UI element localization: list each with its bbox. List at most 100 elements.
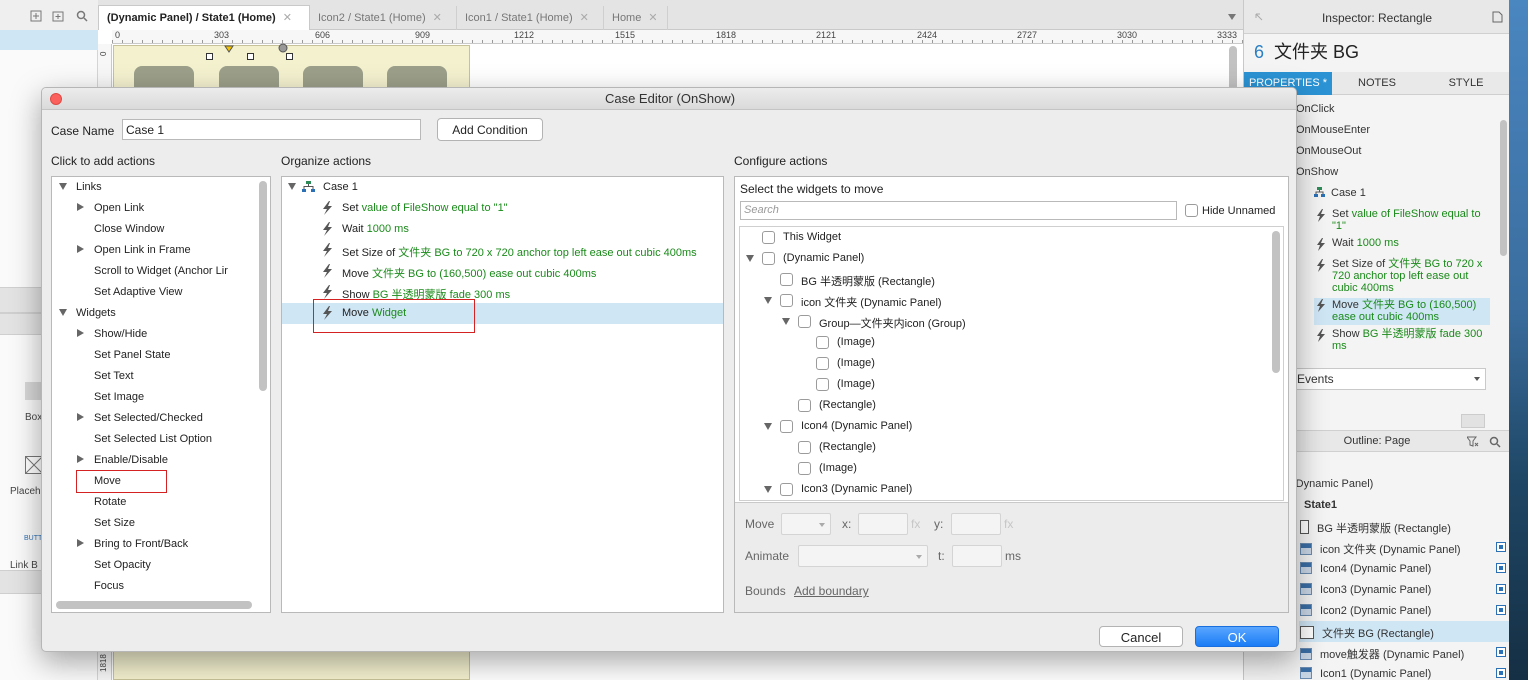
close-icon[interactable]: ✕ — [580, 12, 589, 24]
inspector-action-selected[interactable]: Move 文件夹 BG to (160,500) ease out cubic … — [1314, 298, 1490, 325]
resize-grip[interactable] — [1461, 414, 1485, 428]
action-open-link-in-frame[interactable]: Open Link in Frame — [52, 240, 262, 261]
action-set-text[interactable]: Set Text — [52, 366, 262, 387]
tab-icon1-state1[interactable]: Icon1 / State1 (Home) ✕ — [457, 6, 604, 30]
action-set-adaptive-view[interactable]: Set Adaptive View — [52, 282, 262, 303]
add-condition-button[interactable]: Add Condition — [437, 118, 543, 141]
expand-triangle-icon[interactable] — [77, 455, 84, 463]
case-row[interactable]: Case 1 — [282, 177, 723, 198]
widget-checkbox[interactable] — [816, 336, 829, 349]
expand-triangle-icon[interactable] — [764, 423, 772, 430]
tabs-overflow-icon[interactable] — [1228, 14, 1236, 20]
expand-triangle-icon[interactable] — [77, 539, 84, 547]
expand-triangle-icon[interactable] — [782, 318, 790, 325]
action-set-image[interactable]: Set Image — [52, 387, 262, 408]
action-scroll-to-widget[interactable]: Scroll to Widget (Anchor Lir — [52, 261, 262, 282]
widget-checkbox[interactable] — [780, 294, 793, 307]
widget-row[interactable]: (Dynamic Panel) — [740, 248, 1268, 269]
tree-group-widgets[interactable]: Widgets — [52, 303, 262, 324]
expand-triangle-icon[interactable] — [59, 309, 67, 316]
close-icon[interactable]: ✕ — [433, 12, 442, 24]
duration-input[interactable] — [952, 545, 1002, 567]
resize-handle[interactable] — [247, 53, 254, 60]
anchor-triangle-icon[interactable] — [224, 45, 234, 53]
action-set-selected-list-option[interactable]: Set Selected List Option — [52, 429, 262, 450]
add-event-dropdown[interactable]: Events — [1292, 368, 1486, 390]
case-row[interactable]: Case 1 — [1314, 187, 1366, 199]
tab-icon2-state1[interactable]: Icon2 / State1 (Home) ✕ — [310, 6, 457, 30]
page-icon[interactable] — [1492, 11, 1503, 23]
widget-checkbox[interactable] — [780, 483, 793, 496]
selected-page-row[interactable] — [0, 30, 98, 50]
action-enable-disable[interactable]: Enable/Disable — [52, 450, 262, 471]
organized-action[interactable]: Wait 1000 ms — [282, 219, 723, 240]
rotate-handle-icon[interactable] — [278, 43, 288, 53]
x-input[interactable] — [858, 513, 908, 535]
expand-triangle-icon[interactable] — [746, 255, 754, 262]
tree-group-links[interactable]: Links — [52, 177, 262, 198]
expand-triangle-icon[interactable] — [77, 413, 84, 421]
action-set-opacity[interactable]: Set Opacity — [52, 555, 262, 576]
y-input[interactable] — [951, 513, 1001, 535]
close-icon[interactable]: ✕ — [648, 12, 657, 24]
expand-triangle-icon[interactable] — [77, 329, 84, 337]
widget-row[interactable]: Icon3 (Dynamic Panel) — [740, 479, 1268, 500]
widget-row[interactable]: Icon4 (Dynamic Panel) — [740, 416, 1268, 437]
widget-checkbox[interactable] — [780, 273, 793, 286]
add-page-icon[interactable] — [30, 10, 42, 22]
inspector-action[interactable]: Wait 1000 ms — [1314, 237, 1490, 251]
outline-row[interactable]: Icon2 (Dynamic Panel) — [1300, 600, 1510, 621]
resize-handle[interactable] — [206, 53, 213, 60]
widget-checkbox[interactable] — [798, 441, 811, 454]
expand-triangle-icon[interactable] — [764, 297, 772, 304]
widget-checkbox[interactable] — [816, 357, 829, 370]
inspector-action[interactable]: Show BG 半透明蒙版 fade 300 ms — [1314, 328, 1490, 352]
outline-state-row[interactable]: State1 — [1304, 495, 1514, 516]
outline-row[interactable]: icon 文件夹 (Dynamic Panel) — [1300, 537, 1510, 558]
inspector-scrollbar[interactable] — [1500, 120, 1507, 256]
widget-row[interactable]: BG 半透明蒙版 (Rectangle) — [740, 269, 1268, 290]
expand-triangle-icon[interactable] — [288, 183, 296, 190]
expand-triangle-icon[interactable] — [59, 183, 67, 190]
widget-row[interactable]: (Image) — [740, 458, 1268, 479]
animate-select[interactable] — [798, 545, 928, 567]
widget-row[interactable]: (Image) — [740, 353, 1268, 374]
widget-checkbox[interactable] — [798, 399, 811, 412]
move-type-select[interactable] — [781, 513, 831, 535]
outline-row[interactable]: Icon4 (Dynamic Panel) — [1300, 558, 1510, 579]
action-focus[interactable]: Focus — [52, 576, 262, 597]
expand-triangle-icon[interactable] — [77, 203, 84, 211]
button-widget-icon[interactable]: BUTT — [24, 535, 42, 542]
outline-row[interactable]: BG 半透明蒙版 (Rectangle) — [1300, 516, 1510, 537]
organized-action[interactable]: Set value of FileShow equal to "1" — [282, 198, 723, 219]
organized-action[interactable]: Move 文件夹 BG to (160,500) ease out cubic … — [282, 261, 723, 282]
widget-checkbox[interactable] — [762, 231, 775, 244]
outline-row[interactable]: (Dynamic Panel) — [1292, 474, 1502, 495]
tab-style[interactable]: STYLE — [1422, 72, 1510, 95]
widget-search-input[interactable]: Search — [740, 201, 1177, 220]
search-icon[interactable] — [1489, 436, 1501, 448]
action-set-size[interactable]: Set Size — [52, 513, 262, 534]
widget-checkbox[interactable] — [780, 420, 793, 433]
outline-row[interactable]: move触发器 (Dynamic Panel) — [1300, 642, 1510, 663]
organized-action[interactable]: Set Size of 文件夹 BG to 720 x 720 anchor t… — [282, 240, 723, 261]
tab-home[interactable]: Home ✕ — [604, 6, 668, 30]
action-bring-to-front-back[interactable]: Bring to Front/Back — [52, 534, 262, 555]
ok-button[interactable]: OK — [1195, 626, 1279, 647]
widget-name-field[interactable]: 6 文件夹 BG — [1254, 38, 1359, 64]
search-icon[interactable] — [76, 10, 88, 22]
event-onmouseout[interactable]: OnMouseOut — [1296, 145, 1361, 157]
close-icon[interactable]: ✕ — [283, 12, 292, 24]
x-fx-button[interactable]: fx — [911, 517, 920, 531]
close-window-button[interactable] — [50, 93, 62, 105]
widget-tree-scrollbar[interactable] — [1272, 231, 1280, 373]
y-fx-button[interactable]: fx — [1004, 517, 1013, 531]
action-tree-hscrollbar[interactable] — [56, 601, 252, 609]
widget-row-this-widget[interactable]: This Widget — [740, 227, 1268, 248]
case-name-input[interactable]: Case 1 — [122, 119, 421, 140]
add-boundary-link[interactable]: Add boundary — [794, 584, 869, 598]
widget-row[interactable]: (Image) — [740, 332, 1268, 353]
event-onclick[interactable]: OnClick — [1296, 103, 1335, 115]
collapse-icon[interactable] — [1254, 12, 1264, 22]
filter-icon[interactable] — [1467, 436, 1479, 447]
